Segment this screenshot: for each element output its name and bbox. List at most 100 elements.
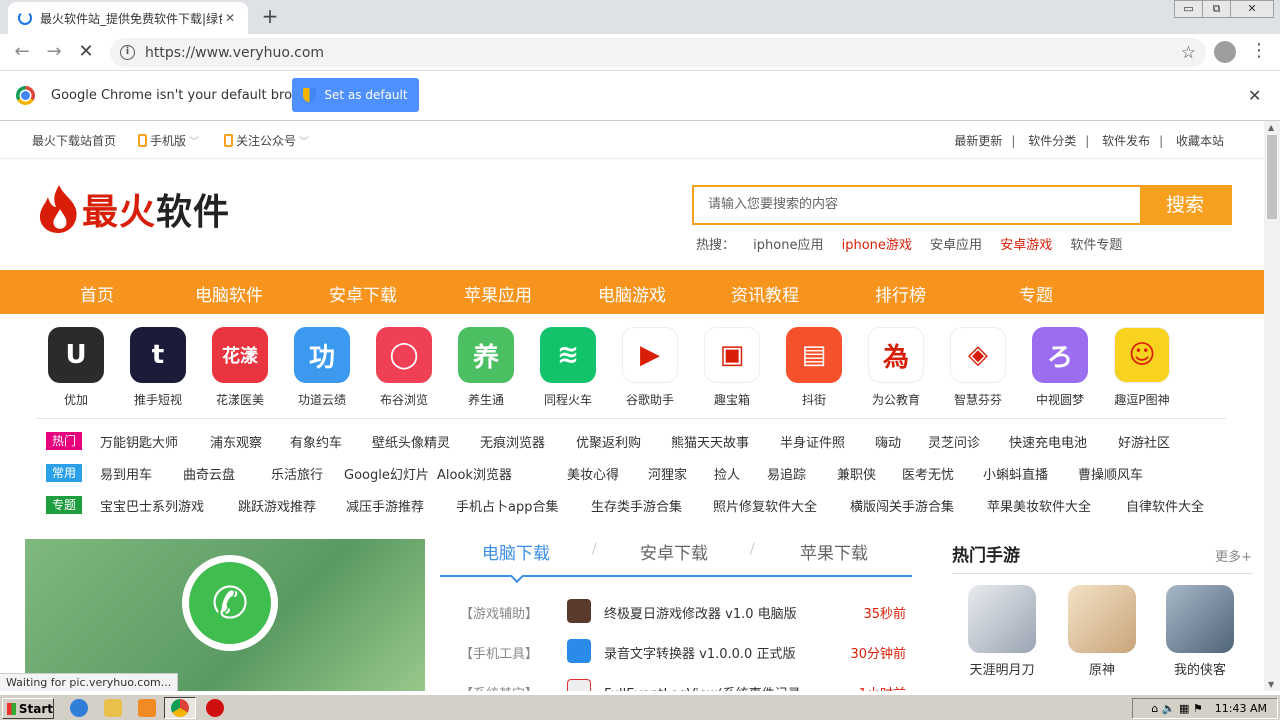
software-category-link[interactable]: 软件分类 [1028,134,1076,148]
app-item[interactable]: ▶ 谷歌助手 [610,327,690,408]
new-tab-button[interactable]: + [258,6,282,28]
stop-loading-button[interactable]: ✕ [74,41,98,65]
wechat-follow-link[interactable]: 关注公众号 ﹀ [224,132,309,149]
app-item[interactable]: U 优加 [36,327,116,408]
site-home-link[interactable]: 最火下载站首页 [32,132,116,149]
tab-close-icon[interactable]: ✕ [222,11,238,25]
scroll-down-icon[interactable]: ▼ [1268,680,1274,689]
tag-link[interactable]: 横版闯关手游合集 [850,496,954,515]
forward-button[interactable]: → [42,41,66,65]
app-item[interactable]: ▤ 抖街 [774,327,854,408]
tag-link[interactable]: 嗨动 [875,432,901,451]
scroll-thumb[interactable] [1267,135,1277,219]
scroll-up-icon[interactable]: ▲ [1268,123,1274,132]
app-item[interactable]: ◈ 智慧芬芬 [938,327,1018,408]
tag-link[interactable]: 熊猫天天故事 [671,432,749,451]
app-item[interactable]: 功功道云绩 [282,327,362,408]
mobile-version-link[interactable]: 手机版 ﹀ [138,132,199,149]
search-input[interactable]: 请输入您要搜索的内容 [694,187,1140,223]
profile-avatar[interactable] [1214,41,1236,63]
bookmark-star-icon[interactable]: ☆ [1181,43,1196,63]
url-text[interactable]: https://www.veryhuo.com [145,45,1181,61]
game-item[interactable]: 天涯明月刀 [966,585,1038,678]
bookmark-site-link[interactable]: 收藏本站 [1176,134,1224,148]
nav-home[interactable]: 首页 [80,281,114,306]
site-info-icon[interactable]: i [120,45,135,60]
tag-link[interactable]: 好游社区 [1118,432,1170,451]
nav-news[interactable]: 资讯教程 [731,281,799,306]
tab-apple-download[interactable]: 苹果下载 [800,539,868,564]
site-logo[interactable]: 最火软件 [36,183,230,235]
tag-link[interactable]: 优聚返利购 [576,432,641,451]
explorer-icon[interactable] [104,699,122,717]
download-name[interactable]: 终极夏日游戏修改器 v1.0 电脑版 [604,603,797,622]
app-item[interactable]: 為为公教育 [856,327,936,408]
download-item[interactable]: 【手机工具】 录音文字转换器 v1.0.0.0 正式版 30分钟前 [460,639,910,663]
nav-pc-games[interactable]: 电脑游戏 [598,281,666,306]
app-item[interactable]: ◯ 布谷浏览 [364,327,444,408]
tab-android-download[interactable]: 安卓下载 [640,539,708,564]
game-item[interactable]: 原神 [1066,585,1138,678]
more-link[interactable]: 更多+ [1215,546,1252,565]
download-name[interactable]: FullEventLogView(系统事件记录 [604,683,801,691]
hot-term[interactable]: iphone应用 [753,238,823,253]
tag-link[interactable]: 医考无忧 [902,464,954,483]
download-name[interactable]: 录音文字转换器 v1.0.0.0 正式版 [604,643,795,662]
tag-link[interactable]: 壁纸头像精灵 [372,432,450,451]
nav-android[interactable]: 安卓下载 [329,281,397,306]
tag-link[interactable]: 宝宝巴士系列游戏 [100,496,204,515]
tag-link[interactable]: 跳跃游戏推荐 [238,496,316,515]
search-button[interactable]: 搜索 [1140,187,1230,223]
app-item[interactable]: ≋ 同程火车 [528,327,608,408]
nav-apple[interactable]: 苹果应用 [464,281,532,306]
set-as-default-button[interactable]: Set as default [292,78,419,112]
banner-image[interactable]: ✆ [25,539,425,691]
tag-link[interactable]: 美妆心得 [567,464,619,483]
close-window-button[interactable]: ✕ [1231,1,1273,17]
address-bar[interactable]: i https://www.veryhuo.com ☆ [110,38,1206,67]
tag-link[interactable]: 手机占卜app合集 [456,496,558,515]
download-item[interactable]: 【游戏辅助】 终极夏日游戏修改器 v1.0 电脑版 35秒前 [460,599,910,623]
stop-icon[interactable] [206,699,224,717]
tray-icons[interactable]: ⌂ 🔈 ▦ ⚑ [1151,702,1202,715]
hot-term[interactable]: 安卓游戏 [1000,238,1052,253]
tag-link[interactable]: 曹操顺风车 [1078,464,1143,483]
tag-link[interactable]: 小蝌蚪直播 [983,464,1048,483]
infobar-close-icon[interactable]: ✕ [1248,86,1261,105]
app-item[interactable]: t 推手短视 [118,327,198,408]
tag-link[interactable]: 无痕浏览器 [480,432,545,451]
tag-link[interactable]: 半身证件照 [780,432,845,451]
nav-ranking[interactable]: 排行榜 [875,281,926,306]
chrome-menu-icon[interactable]: ⋮ [1250,42,1268,60]
tag-link[interactable]: 万能钥匙大师 [100,432,178,451]
app-item[interactable]: 养养生通 [446,327,526,408]
tag-link[interactable]: 减压手游推荐 [346,496,424,515]
page-scrollbar[interactable]: ▲ ▼ [1264,121,1280,691]
start-button[interactable]: Start [2,698,54,719]
tag-link[interactable]: 易到用车 [100,464,152,483]
download-item[interactable]: 【系统其它】 FullEventLogView(系统事件记录 1小时前 [460,679,910,691]
tag-link[interactable]: 灵芝问诊 [928,432,980,451]
tag-link[interactable]: 易追踪 [767,464,806,483]
tag-link[interactable]: 生存类手游合集 [591,496,682,515]
nav-topics[interactable]: 专题 [1019,281,1053,306]
browser-tab[interactable]: 最火软件站_提供免费软件下载|绿色 ✕ [8,2,248,34]
hot-term[interactable]: 安卓应用 [930,238,982,253]
hot-term[interactable]: 软件专题 [1070,238,1122,253]
back-button[interactable]: ← [10,41,34,65]
tag-link[interactable]: 照片修复软件大全 [713,496,817,515]
tag-link[interactable]: 自律软件大全 [1126,496,1204,515]
tag-link[interactable]: 苹果美妆软件大全 [987,496,1091,515]
game-item[interactable]: 我的侠客 [1164,585,1236,678]
app-item[interactable]: ▣ 趣宝箱 [692,327,772,408]
tag-link[interactable]: Google幻灯片 [344,464,429,483]
nav-pc-software[interactable]: 电脑软件 [195,281,263,306]
media-player-icon[interactable] [138,699,156,717]
tag-link[interactable]: Alook浏览器 [437,464,512,483]
restore-button[interactable]: ⧉ [1203,1,1231,17]
app-item[interactable]: ☺ 趣逗P图神 [1102,327,1182,408]
latest-updates-link[interactable]: 最新更新 [954,134,1002,148]
hot-term[interactable]: iphone游戏 [842,238,912,253]
tag-link[interactable]: 曲奇云盘 [183,464,235,483]
tag-link[interactable]: 兼职侠 [837,464,876,483]
